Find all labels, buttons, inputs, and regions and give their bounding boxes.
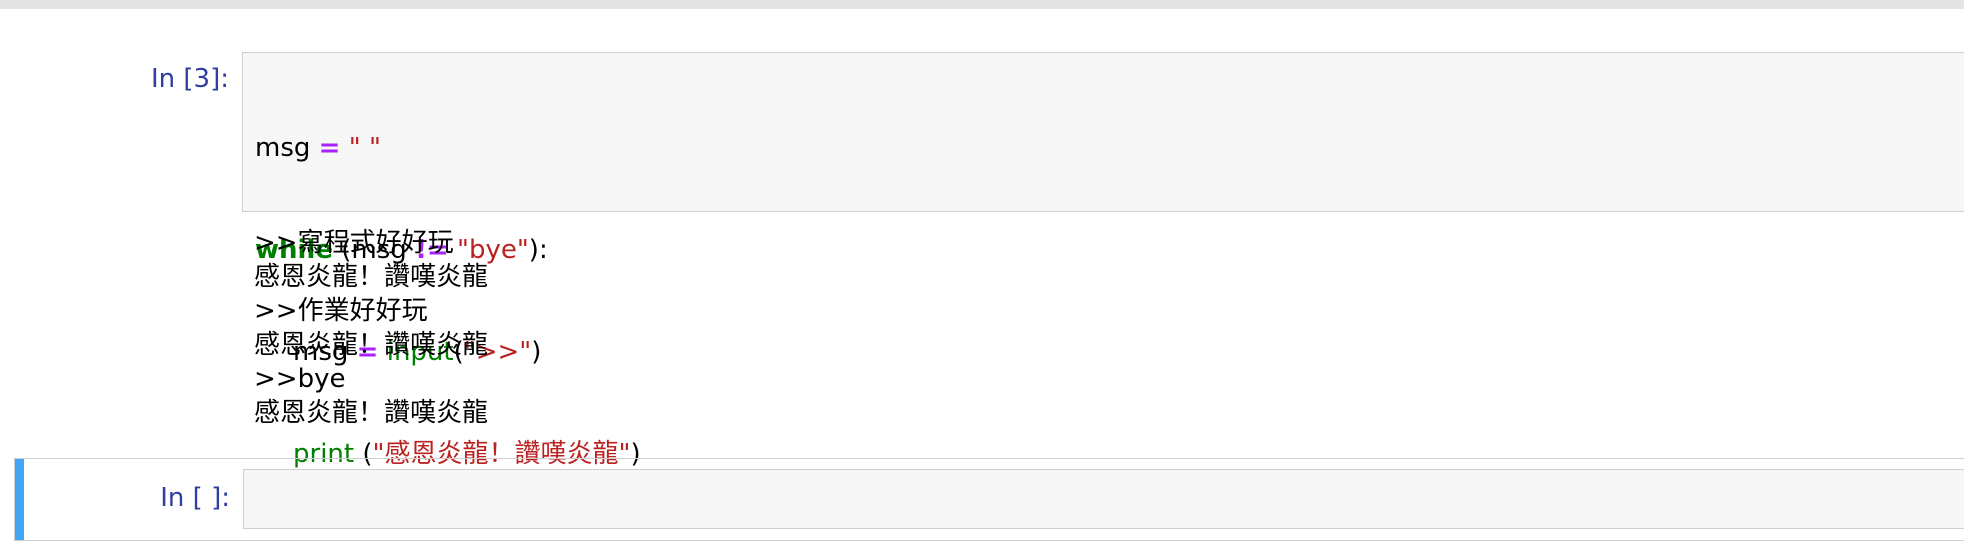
output-line: 感恩炎龍！讚嘆炎龍 (254, 330, 489, 360)
output-line: 感恩炎龍！讚嘆炎龍 (254, 262, 489, 292)
input-prompt: In [3]: (151, 64, 229, 94)
notebook-header-edge (0, 0, 1964, 9)
output-line: >>寫程式好好玩 (254, 228, 454, 258)
output-line: >>作業好好玩 (254, 296, 428, 326)
code-token: " " (348, 133, 381, 163)
code-cell-3[interactable]: In [3]: msg = " " while (msg != "bye"): … (14, 48, 1964, 469)
code-line-1: msg = " " (255, 131, 641, 165)
output-line: >>bye (254, 364, 346, 394)
code-editor[interactable]: msg = " " while (msg != "bye"): msg = in… (242, 52, 1964, 469)
input-prompt: In [ ]: (160, 483, 230, 513)
code-cell-empty[interactable]: In [ ]: (14, 458, 1964, 541)
code-token: ) (531, 337, 542, 367)
code-editor[interactable] (243, 469, 1964, 529)
cell-output: >>寫程式好好玩 感恩炎龍！讚嘆炎龍 >>作業好好玩 感恩炎龍！讚嘆炎龍 >>b… (254, 226, 488, 430)
code-token: ): (528, 235, 548, 265)
code-token: = (318, 133, 341, 163)
output-line: 感恩炎龍！讚嘆炎龍 (254, 398, 489, 428)
code-token: msg (255, 133, 311, 163)
